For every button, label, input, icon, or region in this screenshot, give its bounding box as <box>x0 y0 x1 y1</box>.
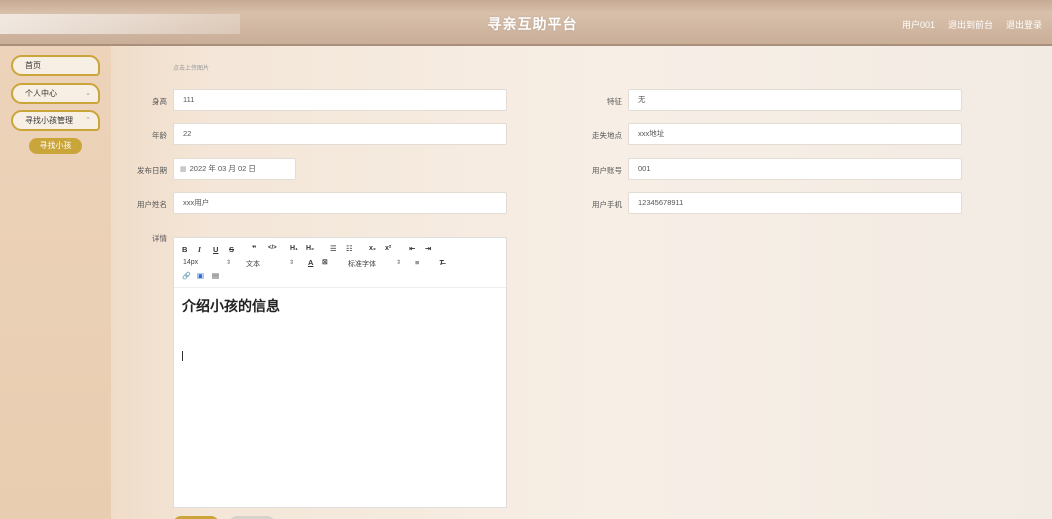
calendar-icon: ▦ <box>180 166 187 173</box>
chevron-down-icon: ⌄ <box>85 90 91 97</box>
font-size-value: 14px <box>183 259 199 266</box>
subscript-icon[interactable]: x₂ <box>369 245 376 252</box>
rich-text-editor: B I U S ❞ </> H₁ H₂ ☰ ☷ x₂ x² ⇤ ⇥ 14px ⇕ … <box>173 237 507 508</box>
image-icon[interactable]: ▣ <box>197 271 204 280</box>
lost-location-input[interactable]: xxx地址 <box>628 123 962 145</box>
user-account-input[interactable]: 001 <box>628 158 962 180</box>
top-header: 寻亲互助平台 用户001 退出到前台 退出登录 <box>0 0 1052 46</box>
sidebar-item-label: 首页 <box>25 61 41 70</box>
to-frontend-link[interactable]: 退出到前台 <box>948 18 993 31</box>
sidebar-item-personal-center[interactable]: 个人中心 ⌄ <box>11 83 100 104</box>
current-user-link[interactable]: 用户001 <box>902 18 935 31</box>
main-content: 点击上传图片 身高 111 年龄 22 发布日期 ▦ 2022 年 03 月 02… <box>111 46 1052 519</box>
select-arrows-icon: ⇕ <box>288 260 294 266</box>
video-icon[interactable]: ▤ <box>212 271 219 280</box>
indent-icon[interactable]: ⇥ <box>425 244 431 253</box>
align-icon[interactable]: ≡ <box>415 258 419 267</box>
lost-location-label: 走失地点 <box>592 131 622 140</box>
feature-input[interactable]: 无 <box>628 89 962 111</box>
age-input[interactable]: 22 <box>173 123 507 145</box>
bullet-list-icon[interactable]: ☷ <box>346 244 353 253</box>
sidebar-item-find-child-manage[interactable]: 寻找小孩管理 ⌃ <box>11 110 100 131</box>
user-name-input[interactable]: xxx用户 <box>173 192 507 214</box>
background-color-icon[interactable]: ⊠ <box>322 258 328 266</box>
underline-icon[interactable]: U <box>213 245 218 254</box>
heading1-icon[interactable]: H₁ <box>290 245 298 252</box>
heading2-icon[interactable]: H₂ <box>306 245 314 252</box>
user-phone-label: 用户手机 <box>592 200 622 209</box>
select-arrows-icon: ⇕ <box>225 260 231 266</box>
logout-link[interactable]: 退出登录 <box>1006 18 1042 31</box>
upload-image-link[interactable]: 点击上传图片 <box>173 63 209 72</box>
editor-content[interactable]: 介绍小孩的信息 <box>174 288 506 369</box>
font-family-select[interactable]: 标准字体 ⇕ <box>348 259 401 269</box>
block-type-value: 文本 <box>246 261 260 268</box>
publish-date-value: 2022 年 03 月 02 日 <box>189 164 256 173</box>
height-input[interactable]: 111 <box>173 89 507 111</box>
publish-date-picker[interactable]: ▦ 2022 年 03 月 02 日 <box>173 158 296 180</box>
user-phone-input[interactable]: 12345678911 <box>628 192 962 214</box>
sidebar: 首页 个人中心 ⌄ 寻找小孩管理 ⌃ 寻找小孩 <box>0 46 111 519</box>
detail-label: 详情 <box>152 234 167 243</box>
feature-label: 特征 <box>607 97 622 106</box>
code-block-icon[interactable]: </> <box>268 245 277 251</box>
ordered-list-icon[interactable]: ☰ <box>330 244 337 253</box>
height-label: 身高 <box>152 97 167 106</box>
user-account-label: 用户账号 <box>592 166 622 175</box>
user-name-label: 用户姓名 <box>137 200 167 209</box>
age-label: 年龄 <box>152 131 167 140</box>
sidebar-subitem-find-child[interactable]: 寻找小孩 <box>29 138 82 154</box>
link-icon[interactable]: 🔗 <box>182 272 191 280</box>
editor-heading: 介绍小孩的信息 <box>182 298 280 314</box>
select-arrows-icon: ⇕ <box>395 260 401 266</box>
bold-icon[interactable]: B <box>182 245 187 254</box>
editor-toolbar: B I U S ❞ </> H₁ H₂ ☰ ☷ x₂ x² ⇤ ⇥ 14px ⇕ … <box>174 238 506 288</box>
strikethrough-icon[interactable]: S <box>229 245 234 254</box>
font-family-value: 标准字体 <box>348 261 376 268</box>
app-title: 寻亲互助平台 <box>487 16 578 32</box>
block-type-select[interactable]: 文本 ⇕ <box>246 259 294 269</box>
font-size-select[interactable]: 14px ⇕ <box>183 259 231 266</box>
clear-format-icon[interactable]: T̶ <box>439 258 444 267</box>
sidebar-item-label: 个人中心 <box>25 89 57 98</box>
header-links: 用户001 退出到前台 退出登录 <box>902 18 1042 31</box>
italic-icon[interactable]: I <box>198 245 201 254</box>
chevron-up-icon: ⌃ <box>85 117 91 124</box>
sidebar-item-home[interactable]: 首页 <box>11 55 100 76</box>
text-cursor <box>182 351 183 361</box>
publish-date-label: 发布日期 <box>137 166 167 175</box>
sidebar-item-label: 寻找小孩管理 <box>25 116 73 125</box>
blockquote-icon[interactable]: ❞ <box>252 244 256 253</box>
font-color-icon[interactable]: A <box>308 258 313 267</box>
outdent-icon[interactable]: ⇤ <box>409 244 415 253</box>
superscript-icon[interactable]: x² <box>385 245 391 252</box>
